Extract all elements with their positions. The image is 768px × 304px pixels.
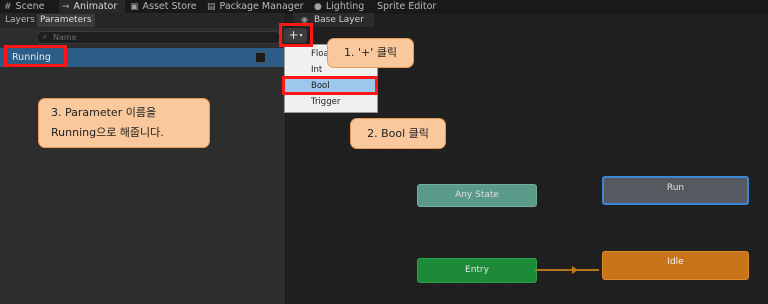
tab-sprite-editor-label: Sprite Editor bbox=[377, 1, 437, 12]
tab-asset-store-label: Asset Store bbox=[142, 1, 197, 12]
parameter-search-input[interactable] bbox=[53, 32, 253, 43]
window-tab-bar: # Scene ⇝ Animator ▣ Asset Store ▤ Package M… bbox=[0, 0, 768, 13]
tab-animator-label: Animator bbox=[73, 1, 118, 12]
menu-item-trigger[interactable]: Trigger bbox=[285, 95, 377, 110]
entry-state-label: Entry bbox=[465, 265, 489, 275]
any-state-node[interactable]: Any State bbox=[417, 184, 537, 207]
tab-package-manager-label: Package Manager bbox=[219, 1, 304, 12]
tab-sprite-editor[interactable]: Sprite Editor bbox=[377, 0, 436, 13]
tab-animator[interactable]: ⇝ Animator bbox=[59, 0, 126, 13]
tab-scene-label: Scene bbox=[15, 1, 45, 12]
breadcrumb-base-layer: Base Layer bbox=[313, 15, 364, 25]
highlight-running-parameter bbox=[4, 45, 67, 67]
entry-to-idle-transition[interactable] bbox=[535, 269, 599, 271]
tab-layers[interactable]: Layers bbox=[2, 14, 38, 27]
run-state-node[interactable]: Run bbox=[602, 176, 749, 205]
idle-state-label: Idle bbox=[667, 257, 684, 267]
tab-parameters[interactable]: Parameters bbox=[37, 14, 95, 27]
idle-state-node[interactable]: Idle bbox=[602, 251, 749, 280]
transition-arrow-icon bbox=[572, 266, 578, 274]
callout-step-3: 3. Parameter 이름을 Running으로 해줍니다. bbox=[38, 98, 210, 148]
callout-step-2: 2. Bool 클릭 bbox=[350, 118, 446, 149]
highlight-bool-item bbox=[282, 76, 378, 95]
search-icon: ⌕ bbox=[43, 33, 47, 41]
tab-lighting-label: Lighting bbox=[325, 1, 365, 12]
parameter-search-box[interactable]: ⌕ bbox=[36, 31, 281, 44]
tab-scene[interactable]: # Scene bbox=[4, 0, 45, 13]
callout-step-1: 1. '+' 클릭 bbox=[327, 38, 414, 68]
tab-asset-store[interactable]: ▣ Asset Store bbox=[130, 0, 197, 13]
side-panel-tabs: Layers Parameters bbox=[0, 13, 285, 28]
run-state-label: Run bbox=[666, 183, 685, 193]
highlight-add-button bbox=[279, 23, 313, 47]
tab-package-manager[interactable]: ▤ Package Manager bbox=[207, 0, 304, 13]
callout-step-3-line-2: Running으로 해줍니다. bbox=[51, 126, 164, 139]
entry-state-node[interactable]: Entry bbox=[417, 258, 537, 283]
any-state-label: Any State bbox=[455, 190, 499, 200]
tab-lighting[interactable]: ● Lighting bbox=[314, 0, 364, 13]
callout-step-3-line-1: 3. Parameter 이름을 bbox=[51, 106, 157, 119]
parameter-bool-checkbox[interactable] bbox=[255, 52, 266, 63]
